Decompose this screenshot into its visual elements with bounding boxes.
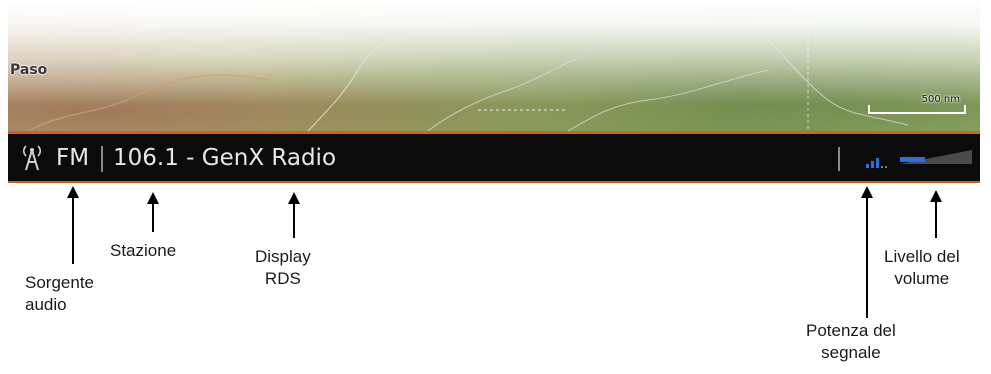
audio-source[interactable]: FM bbox=[56, 142, 89, 174]
arrow-rds bbox=[288, 192, 300, 238]
annotation-line: Sorgente bbox=[25, 273, 94, 292]
arrow-signal bbox=[861, 186, 873, 318]
annotation-signal-strength: Potenza del segnale bbox=[806, 320, 896, 364]
signal-strength-icon bbox=[866, 158, 887, 168]
map-features bbox=[27, 29, 909, 131]
station-rds-display[interactable]: 106.1 - GenX Radio bbox=[113, 142, 336, 174]
annotation-line: audio bbox=[25, 295, 67, 314]
annotation-line: Livello del bbox=[884, 247, 960, 266]
arrow-source bbox=[67, 186, 79, 264]
annotation-line: Display bbox=[255, 247, 311, 266]
annotation-volume-level: Livello del volume bbox=[884, 246, 960, 290]
map-place-label: Paso bbox=[10, 62, 48, 78]
annotation-line: Potenza del bbox=[806, 321, 896, 340]
arrow-station bbox=[147, 192, 159, 232]
annotation-line: RDS bbox=[264, 269, 301, 288]
volume-level-indicator[interactable] bbox=[900, 149, 972, 165]
audio-status-bar[interactable]: FM 106.1 - GenX Radio bbox=[8, 131, 980, 183]
annotation-audio-source: Sorgente audio bbox=[25, 272, 94, 316]
map-scale: 500 nm bbox=[868, 94, 966, 116]
separator bbox=[101, 146, 103, 172]
annotation-line: volume bbox=[894, 269, 950, 288]
radio-antenna-icon bbox=[22, 145, 42, 171]
separator bbox=[838, 147, 840, 171]
map-scale-text: 500 nm bbox=[921, 94, 960, 105]
map-scale-line bbox=[868, 105, 966, 114]
annotation-station: Stazione bbox=[110, 241, 177, 260]
arrow-volume bbox=[930, 190, 942, 238]
annotation-line: segnale bbox=[821, 343, 881, 362]
map-view[interactable]: Paso 500 nm bbox=[8, 0, 980, 131]
annotation-rds-display: Display RDS bbox=[255, 246, 311, 290]
